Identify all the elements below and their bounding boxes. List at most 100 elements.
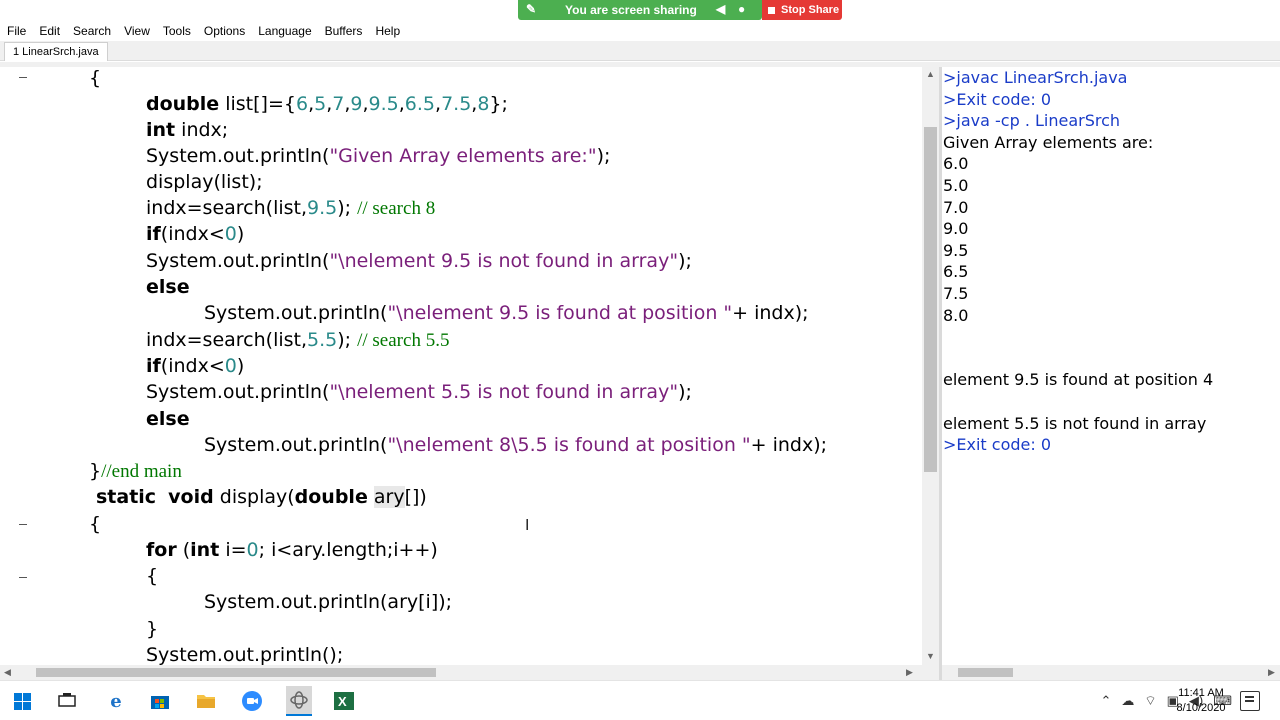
- menu-buffers[interactable]: Buffers: [325, 24, 363, 38]
- windows-start-icon[interactable]: [10, 689, 34, 713]
- output-line: 8.0: [943, 305, 969, 325]
- pin-icon[interactable]: ✎: [526, 2, 536, 16]
- code-token: "\nelement 8\5.5 is found at position ": [387, 434, 751, 456]
- code-line: System.out.println("Given Array elements…: [146, 145, 611, 167]
- code-token: 9.5: [368, 93, 399, 115]
- menu-view[interactable]: View: [124, 24, 150, 38]
- code-line: for (int i=0; i<ary.length;i++): [146, 539, 438, 561]
- code-line: System.out.println("\nelement 5.5 is not…: [146, 381, 692, 403]
- code-token: 7: [332, 93, 345, 115]
- taskbar: e X ⌃ ☁ ⌔ ▣ ◀) ⌨ 11:41 AM 8/10/2020: [0, 680, 1280, 720]
- store-icon[interactable]: [148, 689, 172, 713]
- code-line: if(indx<0): [146, 355, 245, 377]
- fold-marker[interactable]: [19, 524, 27, 525]
- output-line: >java -cp . LinearSrch: [943, 111, 1121, 131]
- output-horizontal-scrollbar[interactable]: ▶: [942, 665, 1280, 680]
- stop-icon: [768, 6, 775, 14]
- stop-share-button[interactable]: Stop Share: [762, 0, 842, 20]
- menu-edit[interactable]: Edit: [39, 24, 60, 38]
- scroll-right-icon[interactable]: ▶: [1268, 667, 1275, 678]
- code-comment: // search 8: [357, 198, 436, 219]
- code-token: double: [294, 486, 368, 508]
- fold-marker[interactable]: [19, 577, 27, 578]
- menu-language[interactable]: Language: [258, 24, 311, 38]
- menu-tools[interactable]: Tools: [163, 24, 191, 38]
- code-line: {: [146, 565, 159, 587]
- code-comment: //end main: [101, 461, 182, 482]
- menu-options[interactable]: Options: [204, 24, 245, 38]
- code-token: 0: [224, 355, 237, 377]
- task-view-icon[interactable]: [55, 689, 79, 713]
- output-line: element 9.5 is found at position 4: [943, 370, 1214, 390]
- excel-icon[interactable]: X: [332, 689, 356, 713]
- scroll-up-icon[interactable]: ▲: [926, 69, 935, 79]
- tab-linearsrch[interactable]: 1 LinearSrch.java: [4, 42, 108, 61]
- menu-file[interactable]: File: [7, 24, 26, 38]
- scite-icon[interactable]: [286, 686, 312, 716]
- editor-vertical-scrollbar[interactable]: ▲ ▼: [922, 67, 939, 665]
- code-line: indx=search(list,5.5); // search 5.5: [146, 329, 450, 351]
- file-explorer-icon[interactable]: [194, 689, 218, 713]
- code-token: 6: [295, 93, 309, 115]
- editor-hscroll-thumb[interactable]: [36, 668, 436, 677]
- code-token: 8: [477, 93, 490, 115]
- code-token: ary: [373, 486, 405, 508]
- editor-scroll-thumb[interactable]: [924, 127, 937, 472]
- code-line: else: [146, 274, 190, 300]
- output-scroll-thumb[interactable]: [958, 668, 1013, 677]
- code-token: "\nelement 5.5 is not found in array": [329, 381, 679, 403]
- stop-share-label: Stop Share: [781, 4, 840, 16]
- network-icon[interactable]: ⌔: [1144, 693, 1156, 709]
- code-token: if: [146, 355, 161, 377]
- scroll-down-icon[interactable]: ▼: [926, 651, 935, 661]
- code-line: System.out.println("\nelement 8\5.5 is f…: [204, 434, 828, 456]
- shield-icon: ●: [738, 2, 746, 16]
- sharing-text: You are screen sharing: [565, 3, 697, 17]
- code-line: static void display(double ary[]): [96, 486, 427, 508]
- scroll-left-icon[interactable]: ◀: [4, 667, 11, 678]
- code-token: for: [146, 539, 177, 561]
- scroll-right-icon[interactable]: ▶: [906, 667, 913, 678]
- code-token: "\nelement 9.5 is found at position ": [387, 302, 733, 324]
- menu-help[interactable]: Help: [375, 24, 400, 38]
- editor-horizontal-scrollbar[interactable]: ◀ ▶: [0, 665, 939, 680]
- output-line: >Exit code: 0: [943, 89, 1052, 109]
- code-token: else: [146, 408, 190, 430]
- notification-icon[interactable]: [1240, 691, 1260, 711]
- screen-share-pill: ✎ You are screen sharing ◀ ●: [518, 0, 762, 20]
- code-line: System.out.println("\nelement 9.5 is not…: [146, 250, 692, 272]
- clock-time: 11:41 AM: [1178, 687, 1224, 699]
- code-line: indx=search(list,9.5); // search 8: [146, 197, 436, 219]
- edge-icon[interactable]: e: [104, 689, 128, 713]
- code-editor[interactable]: { double list[]={6,5,7,9,9.5,6.5,7.5,8};…: [0, 67, 922, 665]
- code-line: int indx;: [146, 119, 229, 141]
- code-token: 9: [350, 93, 363, 115]
- tab-bar: 1 LinearSrch.java: [0, 41, 1280, 61]
- zoom-icon[interactable]: [240, 689, 264, 713]
- code-token: 7.5: [441, 93, 472, 115]
- output-line: 6.5: [943, 262, 969, 282]
- speaker-icon[interactable]: ◀: [716, 2, 725, 16]
- chevron-up-icon[interactable]: ⌃: [1100, 693, 1111, 709]
- screen: ✎ You are screen sharing ◀ ● Stop Share …: [0, 0, 1280, 720]
- menu-search[interactable]: Search: [73, 24, 111, 38]
- code-line: {: [89, 513, 102, 535]
- code-line: System.out.println(ary[i]);: [204, 591, 453, 613]
- fold-marker[interactable]: [19, 77, 27, 78]
- code-line: System.out.println("\nelement 9.5 is fou…: [204, 302, 809, 324]
- code-token: 0: [246, 539, 259, 561]
- output-line: 7.5: [943, 284, 969, 303]
- code-token: if: [146, 223, 161, 245]
- output-line: 9.5: [943, 240, 969, 260]
- output-line: 9.0: [943, 219, 969, 239]
- screen-share-bar: ✎ You are screen sharing ◀ ● Stop Share: [0, 0, 1280, 20]
- output-line: >javac LinearSrch.java: [943, 68, 1128, 87]
- code-token: 5: [314, 93, 327, 115]
- svg-text:X: X: [338, 694, 347, 709]
- taskbar-clock[interactable]: 11:41 AM 8/10/2020: [1176, 686, 1226, 716]
- cloud-icon[interactable]: ☁: [1121, 693, 1134, 709]
- output-pane[interactable]: >javac LinearSrch.java >Exit code: 0 >ja…: [942, 67, 1280, 665]
- output-line: element 5.5 is not found in array: [943, 413, 1207, 433]
- code-line: }//end main: [89, 460, 182, 482]
- code-line: {: [89, 67, 102, 89]
